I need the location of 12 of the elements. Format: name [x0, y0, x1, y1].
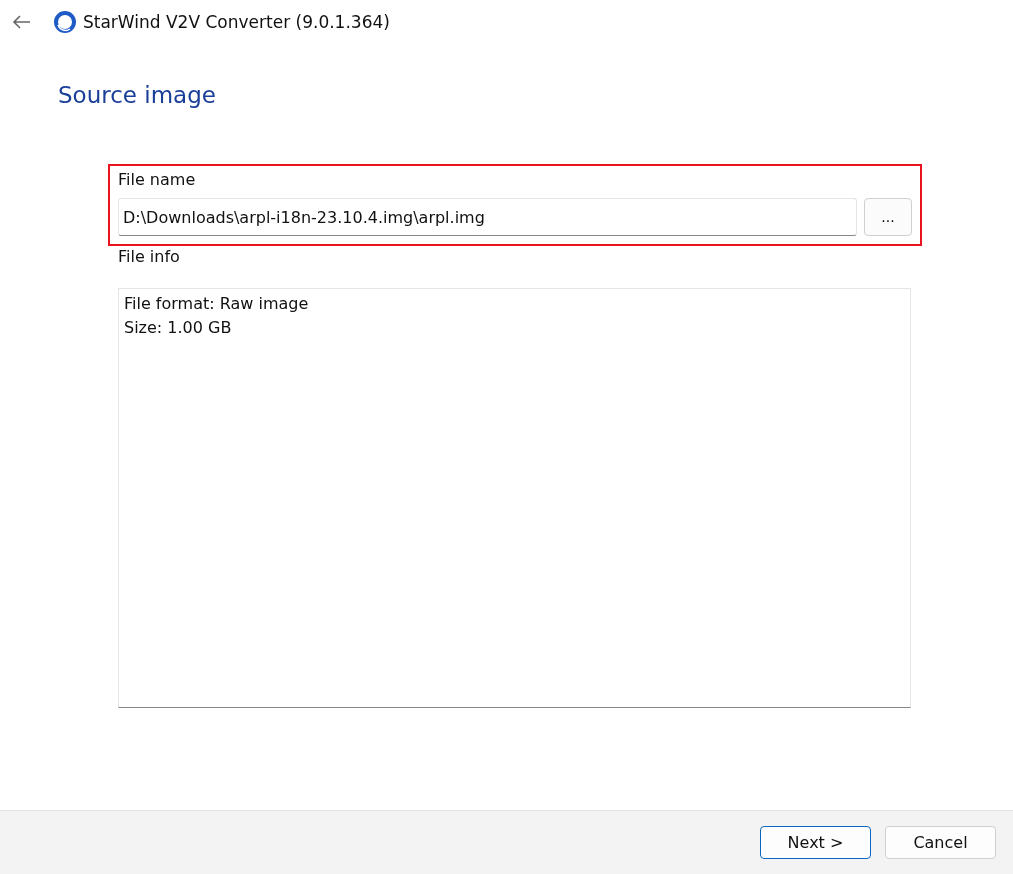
file-name-field[interactable]: D:\Downloads\arpl-i18n-23.10.4.img\arpl.img: [118, 198, 857, 236]
window-title: StarWind V2V Converter (9.0.1.364): [83, 12, 390, 32]
file-info-line: File format: Raw image: [124, 293, 310, 315]
file-info-label: File info: [118, 246, 181, 268]
back-arrow-icon[interactable]: [11, 14, 31, 30]
dialog-button[interactable]: Cancel: [885, 826, 996, 859]
dialog-button[interactable]: Next >: [760, 826, 871, 859]
browse-button[interactable]: ...: [864, 198, 912, 236]
ring-logo-icon: [53, 10, 77, 34]
file-info-line: Size: 1.00 GB: [124, 317, 233, 339]
page-title: Source image: [58, 82, 217, 108]
file-name-label: File name: [118, 169, 197, 191]
